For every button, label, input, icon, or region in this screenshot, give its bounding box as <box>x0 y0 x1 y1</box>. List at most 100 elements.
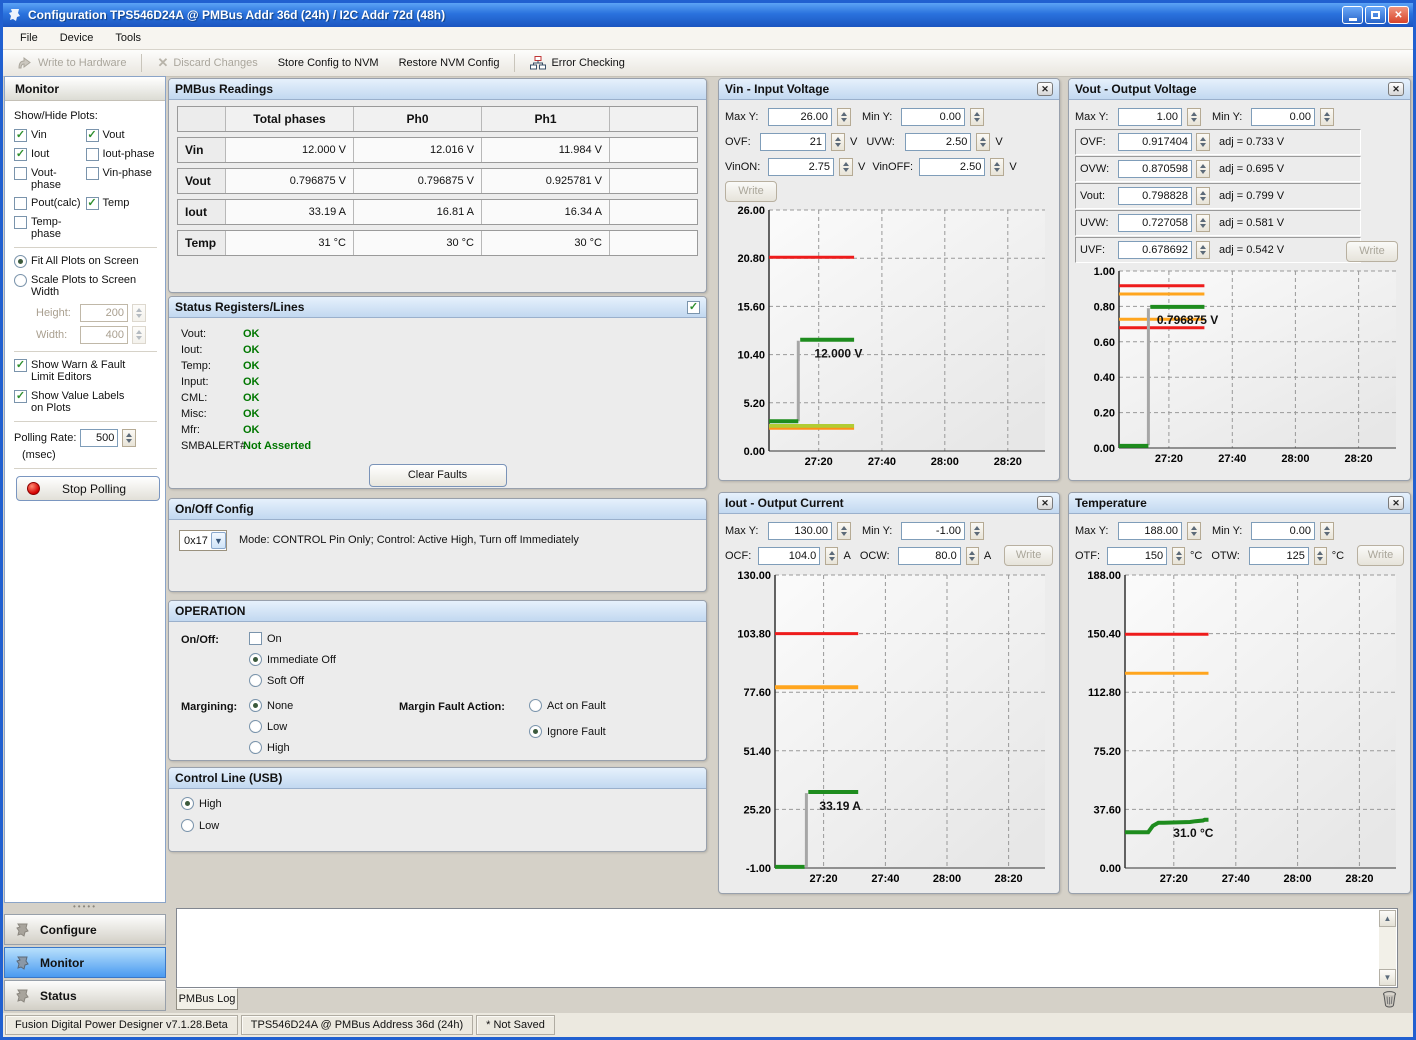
operation-on-checkbox[interactable]: On <box>249 632 282 645</box>
radio-icon[interactable] <box>181 819 194 832</box>
stepper[interactable] <box>1196 187 1210 205</box>
stepper[interactable] <box>966 547 979 565</box>
radio-icon[interactable] <box>529 699 542 712</box>
vin-write-button[interactable]: Write <box>725 181 777 202</box>
iout-close-button[interactable]: ✕ <box>1037 496 1053 510</box>
radio-icon[interactable] <box>249 720 262 733</box>
clear-faults-button[interactable]: Clear Faults <box>369 464 507 487</box>
temp-write-button[interactable]: Write <box>1357 545 1404 566</box>
vout-close-button[interactable]: ✕ <box>1388 82 1404 96</box>
vin-maxy-field[interactable]: 26.00 <box>768 108 832 126</box>
stepper[interactable] <box>1314 547 1327 565</box>
ocw-field[interactable]: 80.0 <box>898 547 960 565</box>
menu-file[interactable]: File <box>9 28 49 48</box>
radio-icon[interactable] <box>249 699 262 712</box>
scale-plots-radio[interactable]: Scale Plots to Screen Width <box>14 274 157 298</box>
radio-icon[interactable] <box>249 741 262 754</box>
limit-field[interactable]: 0.678692 <box>1118 241 1192 259</box>
pmbus-log-box[interactable]: ▲ ▼ <box>176 908 1398 988</box>
error-checking-button[interactable]: Error Checking <box>522 52 632 74</box>
radio-icon[interactable] <box>249 674 262 687</box>
checkbox-icon[interactable] <box>14 359 27 372</box>
checkbox-icon[interactable] <box>14 197 27 210</box>
vin-close-button[interactable]: ✕ <box>1037 82 1053 96</box>
height-field[interactable]: 200 <box>80 304 128 322</box>
clear-log-trash-button[interactable] <box>1381 990 1398 1011</box>
radio-icon[interactable] <box>14 274 27 287</box>
stop-polling-button[interactable]: Stop Polling <box>16 476 160 501</box>
limit-field[interactable]: 0.798828 <box>1118 187 1192 205</box>
plot-toggle-temp[interactable]: Temp <box>86 197 158 210</box>
vinoff-field[interactable]: 2.50 <box>919 158 985 176</box>
plot-toggle-vin[interactable]: Vin <box>14 129 86 142</box>
plot-toggle-vout-phase[interactable]: Vout-phase <box>14 167 86 191</box>
maximize-button[interactable] <box>1365 6 1386 24</box>
stepper[interactable] <box>976 133 990 151</box>
iout-maxy-field[interactable]: 130.00 <box>768 522 832 540</box>
stepper[interactable] <box>1196 214 1210 232</box>
splitter-handle[interactable]: ••••• <box>4 903 166 912</box>
temperature-close-button[interactable]: ✕ <box>1388 496 1404 510</box>
vinon-field[interactable]: 2.75 <box>768 158 834 176</box>
stepper[interactable] <box>837 522 851 540</box>
plot-toggle-vin-phase[interactable]: Vin-phase <box>86 167 158 191</box>
iout-miny-field[interactable]: -1.00 <box>901 522 965 540</box>
radio-icon[interactable] <box>181 797 194 810</box>
stepper[interactable] <box>970 522 984 540</box>
minimize-button[interactable] <box>1342 6 1363 24</box>
checkbox-icon[interactable] <box>14 216 27 229</box>
vin-miny-field[interactable]: 0.00 <box>901 108 965 126</box>
stepper[interactable] <box>839 158 853 176</box>
radio-icon[interactable] <box>14 255 27 268</box>
temp-miny-field[interactable]: 0.00 <box>1251 522 1315 540</box>
radio-icon[interactable] <box>529 725 542 738</box>
radio-icon[interactable] <box>249 653 262 666</box>
margining-none-radio[interactable]: None <box>249 699 293 712</box>
soft-off-radio[interactable]: Soft Off <box>249 674 304 687</box>
show-value-labels-checkbox[interactable]: Show Value Labels on Plots <box>14 390 157 414</box>
chevron-down-icon[interactable]: ▼ <box>211 532 226 549</box>
stepper[interactable] <box>1196 241 1210 259</box>
checkbox-icon[interactable] <box>14 129 27 142</box>
restore-nvm-config-button[interactable]: Restore NVM Config <box>391 53 508 73</box>
margining-high-radio[interactable]: High <box>249 741 290 754</box>
checkbox-icon[interactable] <box>86 148 99 161</box>
vin-uvw-field[interactable]: 2.50 <box>905 133 971 151</box>
stepper[interactable] <box>1320 108 1334 126</box>
plot-toggle-temp-phase[interactable]: Temp-phase <box>14 216 86 240</box>
act-on-fault-radio[interactable]: Act on Fault <box>529 699 606 712</box>
checkbox-icon[interactable] <box>14 148 27 161</box>
polling-rate-field[interactable]: 500 <box>80 429 118 447</box>
control-high-radio[interactable]: High <box>181 797 222 810</box>
nav-status-button[interactable]: Status <box>4 980 166 1011</box>
checkbox-icon[interactable] <box>86 197 99 210</box>
stepper[interactable] <box>1320 522 1334 540</box>
scroll-down-button[interactable]: ▼ <box>1379 969 1396 986</box>
ocf-field[interactable]: 104.0 <box>758 547 820 565</box>
log-scrollbar[interactable]: ▲ ▼ <box>1379 910 1396 986</box>
checkbox-icon[interactable] <box>249 632 262 645</box>
status-registers-checkbox[interactable] <box>687 301 700 314</box>
control-low-radio[interactable]: Low <box>181 819 219 832</box>
temp-maxy-field[interactable]: 188.00 <box>1118 522 1182 540</box>
close-button[interactable]: ✕ <box>1388 6 1409 24</box>
nav-monitor-button[interactable]: Monitor <box>4 947 166 978</box>
otw-field[interactable]: 125 <box>1249 547 1309 565</box>
stepper[interactable] <box>831 133 845 151</box>
vout-write-button[interactable]: Write <box>1346 241 1398 262</box>
fit-all-plots-radio[interactable]: Fit All Plots on Screen <box>14 255 157 268</box>
menu-tools[interactable]: Tools <box>104 28 152 48</box>
checkbox-icon[interactable] <box>14 390 27 403</box>
stepper[interactable] <box>1196 160 1210 178</box>
width-stepper[interactable] <box>132 326 146 344</box>
plot-toggle-pout-calc-[interactable]: Pout(calc) <box>14 197 86 210</box>
vout-miny-field[interactable]: 0.00 <box>1251 108 1315 126</box>
menu-device[interactable]: Device <box>49 28 105 48</box>
height-stepper[interactable] <box>132 304 146 322</box>
margining-low-radio[interactable]: Low <box>249 720 287 733</box>
plot-toggle-vout[interactable]: Vout <box>86 129 158 142</box>
vout-maxy-field[interactable]: 1.00 <box>1118 108 1182 126</box>
pmbus-log-tab[interactable]: PMBus Log <box>176 988 238 1010</box>
checkbox-icon[interactable] <box>86 129 99 142</box>
width-field[interactable]: 400 <box>80 326 128 344</box>
